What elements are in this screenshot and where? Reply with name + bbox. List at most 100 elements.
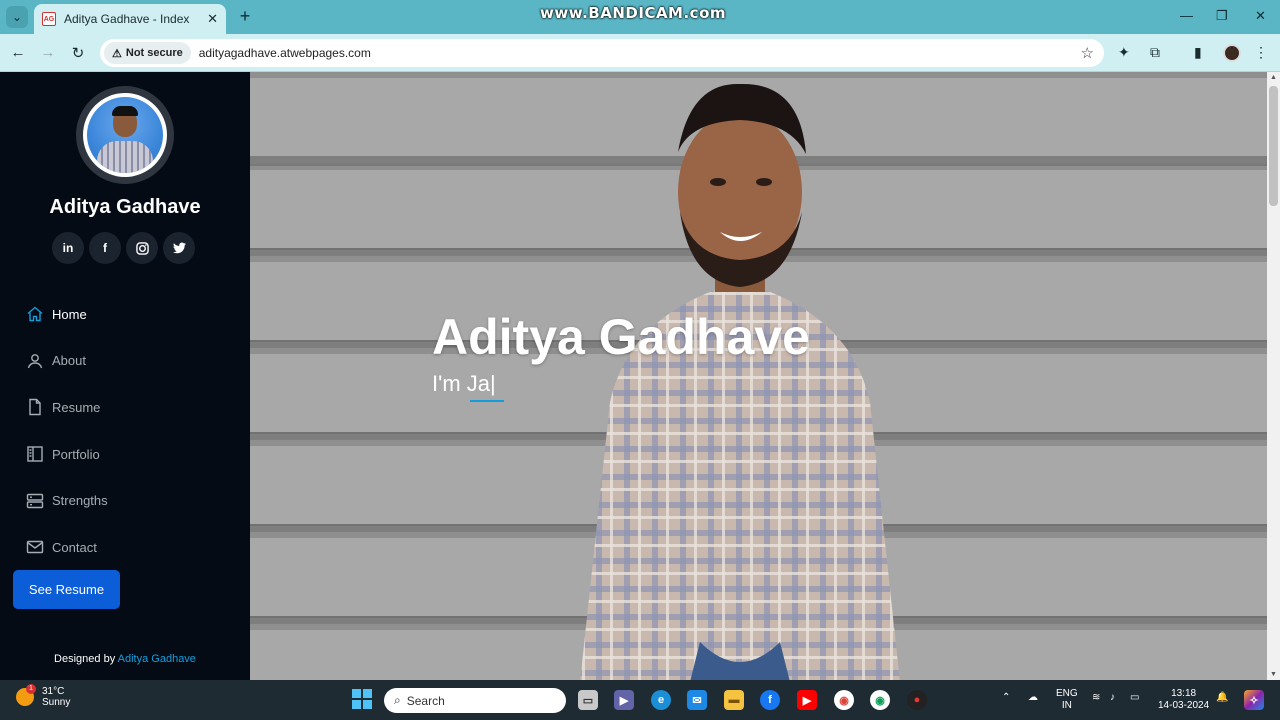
menu-icon[interactable]: ⋮ [1254, 44, 1268, 61]
weather-widget[interactable]: 1 31°C Sunny [16, 684, 71, 708]
favicon-icon: AG [42, 12, 56, 26]
see-resume-button[interactable]: See Resume [13, 570, 120, 609]
search-placeholder: Search [406, 693, 445, 708]
youtube-icon[interactable]: ▶ [797, 690, 817, 710]
hero-title: Aditya Gadhave [432, 309, 810, 365]
sidebar-item-label: Resume [52, 399, 101, 415]
sidebar: Aditya Gadhave in f Home About Resume Po… [0, 72, 250, 680]
scroll-down-icon[interactable]: ▼ [1270, 671, 1277, 678]
sidebar-nav: Home About Resume Portfolio Strengths Co… [0, 291, 250, 571]
person-icon [26, 352, 44, 370]
lang-top: ENG [1056, 688, 1078, 699]
clock[interactable]: 13:18 14-03-2024 [1158, 688, 1209, 712]
extension-icon[interactable]: ✦ [1118, 44, 1130, 61]
notification-bell-icon[interactable]: 🔔 [1216, 692, 1228, 704]
hero-typed-subtitle: I'm Ja| [432, 371, 496, 396]
typed-underline [470, 400, 504, 402]
twitter-icon[interactable] [163, 232, 195, 264]
social-links: in f [52, 232, 195, 264]
footer-credit: Designed by Aditya Gadhave [0, 653, 250, 665]
side-panel-icon[interactable]: ▮ [1194, 44, 1202, 61]
instagram-icon[interactable] [126, 232, 158, 264]
sidebar-item-label: Strengths [52, 493, 108, 509]
sidebar-item-label: About [52, 353, 86, 369]
home-icon [26, 305, 44, 323]
weather-condition: Sunny [42, 697, 71, 708]
weather-badge: 1 [26, 684, 36, 694]
facebook-icon[interactable]: f [89, 232, 121, 264]
copilot-icon[interactable]: ✧ [1244, 690, 1264, 710]
windows-start-icon[interactable] [352, 689, 372, 709]
sidebar-item-label: Home [52, 306, 87, 322]
close-tab-icon[interactable]: ✕ [207, 11, 218, 27]
sidebar-item-portfolio[interactable]: Portfolio [0, 431, 250, 478]
tab-title: Aditya Gadhave - Index [64, 12, 190, 26]
avatar [76, 86, 174, 184]
chrome-profile-icon[interactable]: ◉ [870, 690, 890, 710]
back-icon[interactable]: ← [8, 44, 28, 61]
sidebar-item-label: Contact [52, 539, 97, 555]
credit-prefix: Designed by [54, 653, 116, 665]
profile-name: Aditya Gadhave [49, 196, 201, 218]
book-icon [26, 445, 44, 463]
onedrive-icon[interactable]: ☁ [1028, 692, 1038, 704]
server-icon [26, 492, 44, 510]
taskbar-search[interactable]: ⌕ Search [384, 688, 566, 713]
tab-search-button[interactable]: ⌄ [6, 6, 28, 28]
volume-icon[interactable]: ♪ [1110, 692, 1115, 704]
web-page: Aditya Gadhave in f Home About Resume Po… [0, 72, 1280, 680]
security-label: Not secure [125, 47, 183, 59]
teams-icon[interactable]: ▶ [614, 690, 634, 710]
browser-tab-bar: ⌄ AG Aditya Gadhave - Index ✕ + www.BAND… [0, 0, 1280, 34]
warning-icon: ⚠ [112, 47, 122, 60]
bookmark-star-icon[interactable]: ☆ [1081, 44, 1094, 62]
tray-chevron-icon[interactable]: ⌃ [1002, 692, 1010, 704]
sidebar-item-resume[interactable]: Resume [0, 384, 250, 431]
task-view-icon[interactable]: ▭ [578, 690, 598, 710]
url-text[interactable]: adityagadhave.atwebpages.com [199, 46, 371, 60]
wifi-icon[interactable]: ≋ [1092, 692, 1100, 704]
file-explorer-icon[interactable]: ▬ [724, 690, 744, 710]
credit-link[interactable]: Aditya Gadhave [118, 653, 196, 665]
mail-icon[interactable]: ✉ [687, 690, 707, 710]
lang-bottom: IN [1061, 700, 1072, 711]
sidebar-item-contact[interactable]: Contact [0, 524, 250, 571]
reload-icon[interactable]: ↻ [68, 44, 88, 62]
edge-icon[interactable]: e [651, 690, 671, 710]
recording-watermark: www.BANDICAM.com [540, 4, 727, 22]
forward-icon[interactable]: → [38, 44, 58, 61]
browser-tab[interactable]: AG Aditya Gadhave - Index ✕ [34, 4, 226, 34]
restore-icon[interactable]: ❐ [1216, 8, 1228, 24]
facebook-app-icon[interactable]: f [760, 690, 780, 710]
minimize-icon[interactable]: — [1180, 8, 1193, 23]
sidebar-item-label: Portfolio [52, 446, 100, 462]
sidebar-item-about[interactable]: About [0, 338, 250, 385]
sidebar-item-home[interactable]: Home [0, 291, 250, 338]
address-bar[interactable]: ⚠ Not secure adityagadhave.atwebpages.co… [100, 39, 1104, 67]
close-window-icon[interactable]: ✕ [1255, 8, 1266, 24]
sidebar-item-strengths[interactable]: Strengths [0, 477, 250, 524]
profile-avatar[interactable] [1223, 44, 1241, 62]
bandicam-record-icon[interactable]: ● [907, 690, 927, 710]
scroll-up-icon[interactable]: ▲ [1270, 74, 1277, 81]
file-icon [26, 398, 44, 416]
search-icon: ⌕ [394, 693, 401, 707]
chrome-icon[interactable]: ◉ [834, 690, 854, 710]
envelope-icon [26, 538, 44, 556]
clock-date: 14-03-2024 [1158, 700, 1210, 711]
hero-section: Aditya Gadhave I'm Ja| [250, 72, 1267, 680]
os-taskbar: 1 31°C Sunny ⌕ Search ▭ ▶ e ✉ ▬ f ▶ ◉ ◉ … [0, 680, 1280, 720]
scroll-thumb[interactable] [1269, 86, 1278, 206]
linkedin-icon[interactable]: in [52, 232, 84, 264]
hero-photo [580, 83, 900, 680]
sun-icon: 1 [16, 684, 36, 706]
browser-toolbar: ← → ↻ ⚠ Not secure adityagadhave.atwebpa… [0, 34, 1280, 72]
clock-time: 13:18 [1171, 688, 1197, 699]
battery-icon[interactable]: ▭ [1130, 692, 1139, 704]
temperature: 31°C [42, 686, 65, 697]
language-indicator[interactable]: ENG IN [1056, 688, 1078, 712]
page-scrollbar[interactable]: ▲ ▼ [1267, 72, 1280, 680]
new-tab-button[interactable]: + [236, 7, 254, 26]
puzzle-icon[interactable]: ⧉ [1150, 44, 1160, 61]
security-chip[interactable]: ⚠ Not secure [104, 42, 191, 64]
